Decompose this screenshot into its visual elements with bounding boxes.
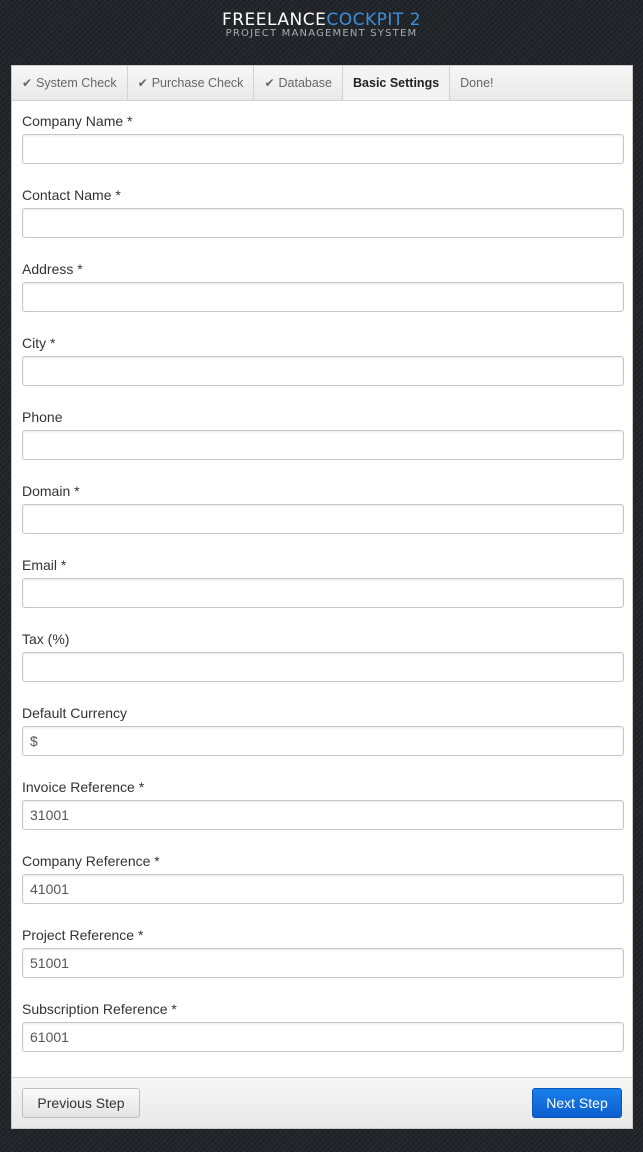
address-input[interactable]: [22, 282, 624, 312]
default-currency-group: Default Currency: [22, 693, 624, 767]
contact-name-label: Contact Name *: [22, 187, 121, 203]
checkmark-icon: ✔: [137, 76, 148, 90]
city-label: City *: [22, 335, 56, 351]
phone-group: Phone: [22, 397, 624, 471]
company-reference-label: Company Reference *: [22, 853, 160, 869]
invoice-reference-label: Invoice Reference *: [22, 779, 145, 795]
domain-label: Domain *: [22, 483, 80, 499]
tab-system-check[interactable]: ✔ System Check: [12, 66, 128, 100]
default-currency-label: Default Currency: [22, 705, 128, 721]
email-group: Email *: [22, 545, 624, 619]
tax-input[interactable]: [22, 652, 624, 682]
logo-main-text: FREELANCE: [221, 10, 327, 30]
city-group: City *: [22, 323, 624, 397]
address-label: Address *: [22, 261, 83, 277]
contact-name-group: Contact Name *: [22, 175, 624, 249]
tab-label: Done!: [460, 76, 494, 90]
city-input[interactable]: [22, 356, 624, 386]
invoice-reference-group: Invoice Reference *: [22, 767, 624, 841]
subscription-reference-group: Subscription Reference *: [22, 989, 624, 1063]
tab-label: Database: [278, 76, 333, 90]
email-label: Email *: [22, 557, 67, 573]
subscription-reference-label: Subscription Reference *: [22, 1001, 177, 1017]
project-reference-input[interactable]: [22, 948, 624, 978]
tab-database[interactable]: ✔ Database: [254, 66, 344, 100]
domain-group: Domain *: [22, 471, 624, 545]
tab-label: Basic Settings: [353, 76, 440, 90]
subscription-reference-input[interactable]: [22, 1022, 624, 1052]
checkmark-icon: ✔: [22, 76, 33, 90]
domain-input[interactable]: [22, 504, 624, 534]
invoice-reference-input[interactable]: [22, 800, 624, 830]
logo-accent-text: COCKPIT 2: [326, 10, 422, 30]
tab-purchase-check[interactable]: ✔ Purchase Check: [128, 66, 255, 100]
company-name-input[interactable]: [22, 134, 624, 164]
installer-panel: ✔ System Check ✔ Purchase Check ✔ Databa…: [11, 65, 633, 1129]
tab-label: Purchase Check: [151, 76, 244, 90]
checkmark-icon: ✔: [264, 76, 275, 90]
logo: FREELANCECOCKPIT 2: [0, 10, 643, 30]
tax-label: Tax (%): [22, 631, 70, 647]
settings-form: Company Name * Contact Name * Address * …: [12, 101, 632, 1063]
app-header: FREELANCECOCKPIT 2 PROJECT MANAGEMENT SY…: [0, 0, 643, 66]
contact-name-input[interactable]: [22, 208, 624, 238]
form-footer: Previous Step Next Step: [12, 1077, 632, 1128]
tab-done[interactable]: Done!: [450, 66, 503, 100]
company-reference-group: Company Reference *: [22, 841, 624, 915]
company-reference-input[interactable]: [22, 874, 624, 904]
next-step-button[interactable]: Next Step: [532, 1088, 622, 1118]
company-name-label: Company Name *: [22, 113, 133, 129]
default-currency-input[interactable]: [22, 726, 624, 756]
project-reference-label: Project Reference *: [22, 927, 144, 943]
step-tabs: ✔ System Check ✔ Purchase Check ✔ Databa…: [12, 66, 632, 101]
previous-step-button[interactable]: Previous Step: [22, 1088, 140, 1118]
email-input[interactable]: [22, 578, 624, 608]
phone-input[interactable]: [22, 430, 624, 460]
address-group: Address *: [22, 249, 624, 323]
company-name-group: Company Name *: [22, 101, 624, 175]
tab-label: System Check: [36, 76, 117, 90]
logo-subtitle: PROJECT MANAGEMENT SYSTEM: [225, 28, 418, 39]
tab-basic-settings[interactable]: Basic Settings: [343, 66, 451, 100]
project-reference-group: Project Reference *: [22, 915, 624, 989]
phone-label: Phone: [22, 409, 63, 425]
tax-group: Tax (%): [22, 619, 624, 693]
